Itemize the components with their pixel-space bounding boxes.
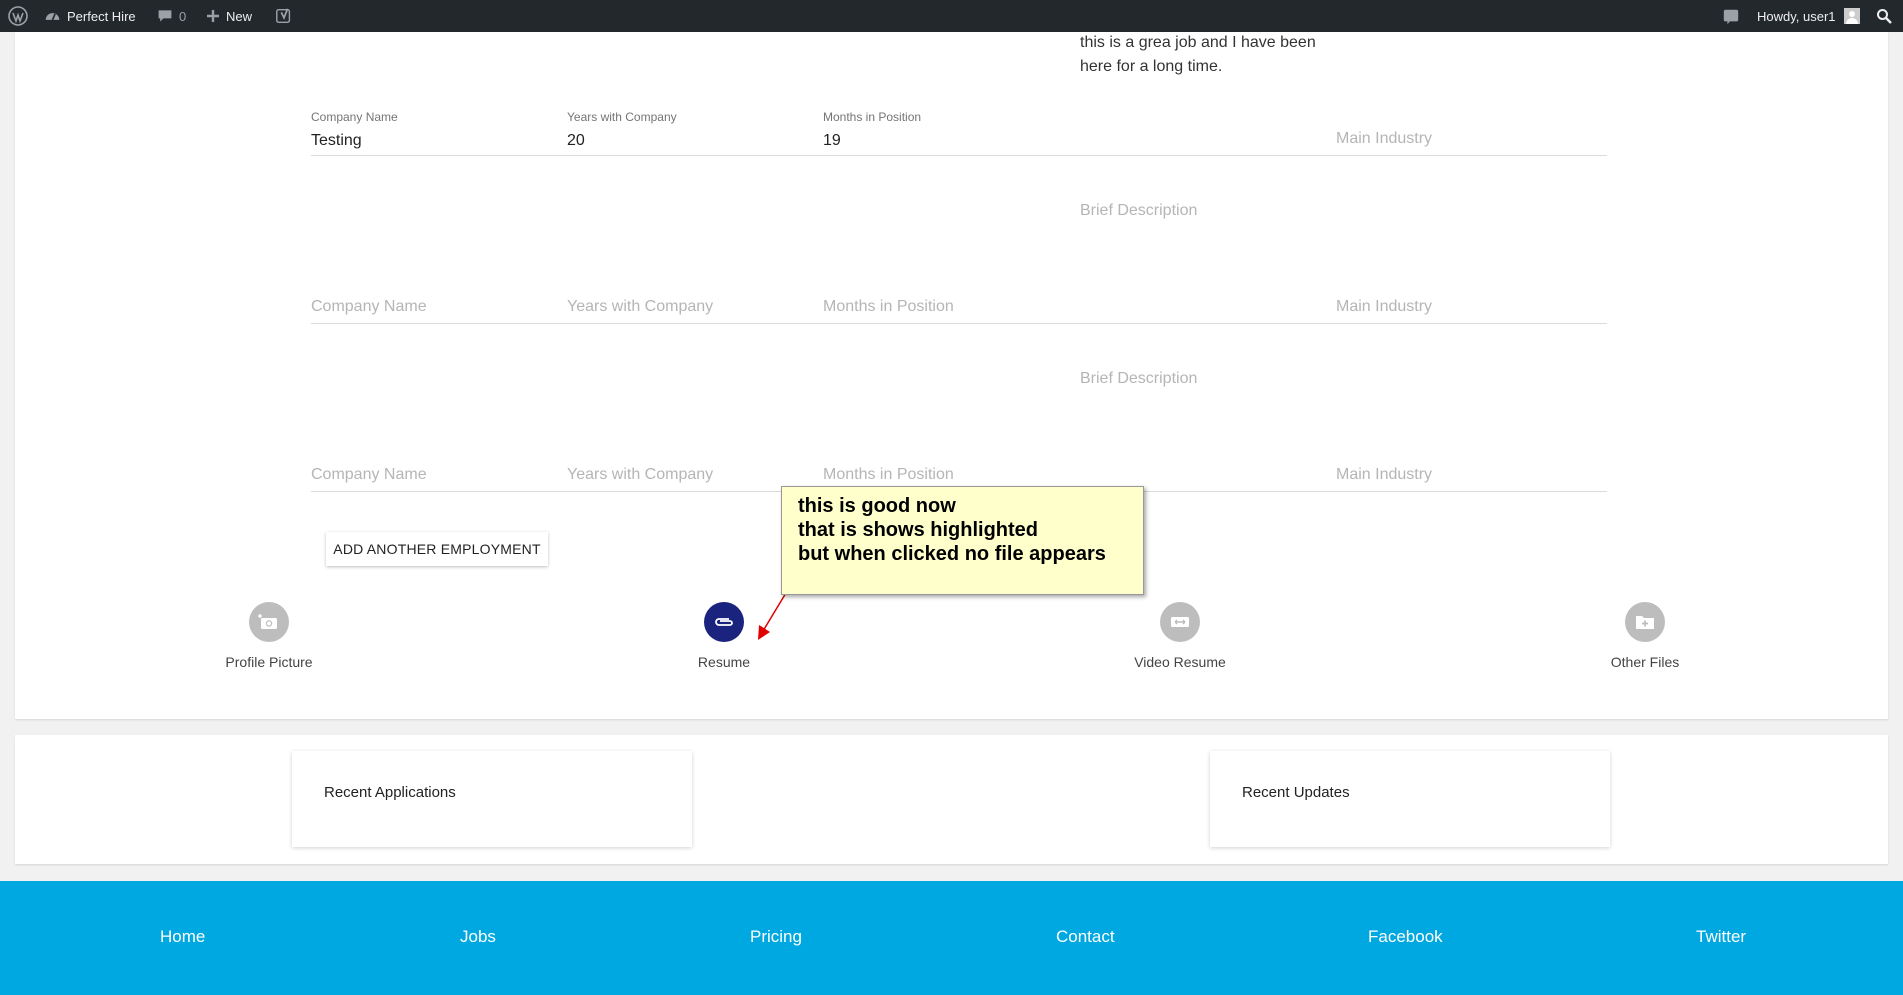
recent-applications-title: Recent Applications (324, 784, 456, 801)
footer-link-home[interactable]: Home (160, 927, 205, 947)
annotation-line: this is good now (798, 495, 956, 517)
recent-activity-card: Recent Applications Recent Updates (15, 735, 1888, 864)
comment-bubble-icon (157, 8, 173, 24)
annotation-line: that is shows highlighted (798, 519, 1038, 541)
footer-link-twitter[interactable]: Twitter (1696, 927, 1746, 947)
months-in-position-input[interactable]: 19 (823, 132, 841, 150)
add-another-employment-button[interactable]: ADD ANOTHER EMPLOYMENT (326, 532, 548, 566)
upload-other-files[interactable]: Other Files (1565, 602, 1725, 670)
footer-link-jobs[interactable]: Jobs (460, 927, 496, 947)
search-icon[interactable] (1876, 0, 1892, 32)
company-name-input[interactable]: Company Name (311, 298, 427, 316)
profile-form-card: this is a grea job and I have been here … (15, 32, 1888, 719)
video-camera-icon[interactable] (1160, 602, 1200, 642)
field-underline (311, 155, 1607, 156)
upload-label: Profile Picture (225, 654, 313, 670)
main-industry-select[interactable]: Main Industry (1336, 298, 1432, 316)
site-footer: Home Jobs Pricing Contact Facebook Twitt… (0, 881, 1903, 995)
previous-description-line: here for a long time. (1080, 58, 1223, 75)
folder-plus-icon[interactable] (1625, 602, 1665, 642)
recent-updates-panel: Recent Updates (1210, 751, 1610, 847)
camera-plus-icon[interactable] (249, 602, 289, 642)
paperclip-icon[interactable] (704, 602, 744, 642)
footer-link-pricing[interactable]: Pricing (750, 927, 802, 947)
main-industry-select[interactable]: Main Industry (1336, 130, 1432, 148)
upload-label: Video Resume (1134, 654, 1226, 670)
wordpress-logo-icon[interactable] (8, 0, 28, 32)
recent-applications-panel: Recent Applications (292, 751, 692, 847)
notifications-icon[interactable] (1722, 0, 1740, 32)
upload-profile-picture[interactable]: Profile Picture (189, 602, 349, 670)
footer-link-facebook[interactable]: Facebook (1368, 927, 1443, 947)
comments-link[interactable]: 0 (157, 0, 186, 32)
upload-label: Other Files (1610, 654, 1680, 670)
company-name-input[interactable]: Testing (311, 132, 362, 150)
avatar (1843, 8, 1860, 24)
recent-updates-title: Recent Updates (1242, 784, 1350, 801)
company-name-label: Company Name (311, 110, 398, 124)
my-account-link[interactable]: Howdy, user1 (1757, 0, 1860, 32)
years-with-company-input[interactable]: Years with Company (567, 298, 713, 316)
plus-icon (206, 9, 220, 23)
years-with-company-input[interactable]: Years with Company (567, 466, 713, 484)
new-content-link[interactable]: New (206, 0, 252, 32)
months-in-position-input[interactable]: Months in Position (823, 298, 954, 316)
years-with-company-input[interactable]: 20 (567, 132, 585, 150)
brief-description-input[interactable]: Brief Description (1080, 370, 1197, 388)
company-name-input[interactable]: Company Name (311, 466, 427, 484)
howdy-text: Howdy, user1 (1757, 8, 1836, 24)
field-underline (311, 323, 1607, 324)
upload-video-resume[interactable]: Video Resume (1100, 602, 1260, 670)
dashboard-icon (44, 8, 61, 25)
comments-count: 0 (179, 8, 187, 24)
upload-label: Resume (697, 654, 751, 670)
site-name-link[interactable]: Perfect Hire (44, 0, 136, 32)
annotation-callout: this is good now that is shows highlight… (781, 486, 1144, 595)
annotation-line: but when clicked no file appears (798, 543, 1106, 565)
months-in-position-label: Months in Position (823, 110, 922, 124)
footer-link-contact[interactable]: Contact (1056, 927, 1115, 947)
previous-description: this is a grea job and I have been here … (1080, 31, 1316, 79)
brief-description-input[interactable]: Brief Description (1080, 202, 1197, 220)
main-industry-select[interactable]: Main Industry (1336, 466, 1432, 484)
site-name: Perfect Hire (67, 8, 136, 24)
years-with-company-label: Years with Company (567, 110, 677, 124)
yoast-icon[interactable] (275, 0, 293, 32)
months-in-position-input[interactable]: Months in Position (823, 466, 954, 484)
new-label: New (226, 8, 253, 24)
previous-description-line: this is a grea job and I have been (1080, 34, 1316, 51)
admin-bar: Perfect Hire 0 New Howdy, user1 (0, 0, 1903, 32)
